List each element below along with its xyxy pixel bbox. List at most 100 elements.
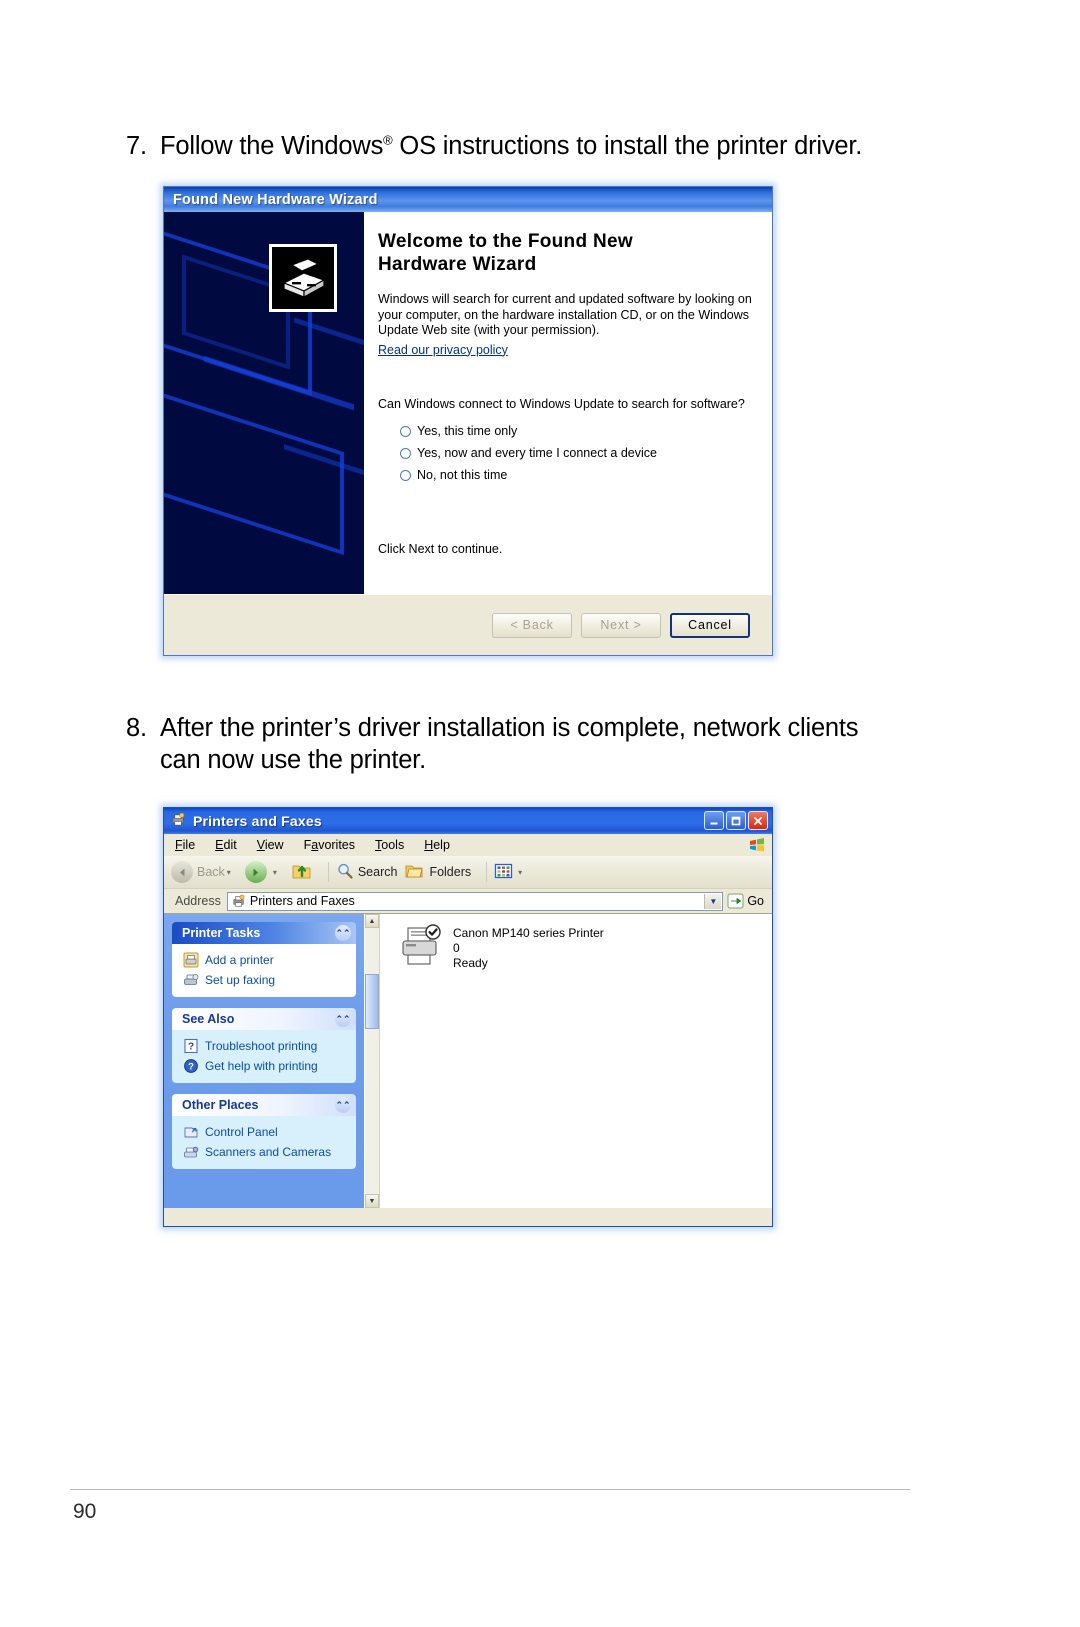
up-one-level-button[interactable] — [291, 861, 313, 884]
explorer-menubar[interactable]: FFileile Edit View Favorites Tools Help — [164, 834, 772, 856]
svg-text:?: ? — [188, 1042, 194, 1053]
panel-printer-tasks[interactable]: Printer Tasks ⌃⌃ Add a printer Set up fa… — [172, 922, 356, 997]
go-arrow-icon — [727, 893, 744, 909]
search-button[interactable]: Search — [336, 862, 398, 883]
task-set-up-faxing[interactable]: Set up faxing — [172, 970, 356, 990]
link-control-panel[interactable]: Control Panel — [172, 1122, 356, 1142]
chevron-up-icon[interactable]: ⌃⌃ — [335, 1097, 351, 1113]
menu-favorites[interactable]: Favorites — [304, 838, 355, 852]
printer-list-item[interactable]: Canon MP140 series Printer 0 Ready — [395, 924, 604, 971]
chevron-up-icon[interactable]: ⌃⌃ — [335, 1011, 351, 1027]
panel-printer-tasks-title: Printer Tasks — [182, 926, 261, 940]
task-add-a-printer[interactable]: Add a printer — [172, 950, 356, 970]
search-icon — [336, 862, 354, 883]
printer-list-pane[interactable]: ▲ ▼ Canon MP140 series Printer 0 Ready — [364, 914, 772, 1208]
go-button[interactable]: Go — [727, 893, 764, 909]
views-dropdown-icon[interactable]: ▾ — [518, 868, 522, 877]
address-value: Printers and Faxes — [249, 894, 355, 908]
panel-printer-tasks-body: Add a printer Set up faxing — [172, 944, 356, 997]
explorer-content: Printer Tasks ⌃⌃ Add a printer Set up fa… — [164, 913, 772, 1208]
explorer-titlebar[interactable]: Printers and Faxes — [164, 808, 772, 834]
page-number: 90 — [73, 1500, 97, 1523]
link-troubleshoot-printing[interactable]: ? Troubleshoot printing — [172, 1036, 356, 1056]
menu-file[interactable]: FFileile — [175, 838, 195, 852]
panel-printer-tasks-header[interactable]: Printer Tasks ⌃⌃ — [172, 922, 356, 944]
explorer-toolbar[interactable]: Back ▾ ▾ Search Folders ▾ — [164, 856, 772, 889]
menu-tools[interactable]: Tools — [375, 838, 404, 852]
menu-help[interactable]: Help — [424, 838, 450, 852]
forward-arrow-icon — [244, 861, 267, 883]
svg-text:?: ? — [188, 1062, 194, 1073]
panel-see-also-header[interactable]: See Also ⌃⌃ — [172, 1008, 356, 1030]
maximize-icon[interactable] — [726, 811, 746, 830]
wizard-titlebar[interactable]: Found New Hardware Wizard — [164, 187, 772, 212]
folders-label: Folders — [429, 865, 472, 879]
printers-folder-icon — [171, 812, 186, 830]
link-scanners-and-cameras[interactable]: Scanners and Cameras — [172, 1142, 356, 1162]
forward-dropdown-icon[interactable]: ▾ — [273, 868, 277, 877]
scrollbar-thumb[interactable] — [365, 974, 379, 1029]
wizard-paragraph: Windows will search for current and upda… — [378, 292, 752, 337]
radio-icon[interactable] — [400, 469, 411, 481]
explorer-address-bar[interactable]: Address Printers and Faxes ▼ Go — [164, 889, 772, 913]
task-label: Set up faxing — [205, 973, 276, 987]
wizard-footer: < Back Next > Cancel — [164, 594, 772, 655]
forward-button[interactable]: ▾ — [244, 861, 283, 883]
cancel-button[interactable]: Cancel — [670, 612, 750, 638]
explorer-task-pane[interactable]: Printer Tasks ⌃⌃ Add a printer Set up fa… — [164, 914, 364, 1208]
printer-status: Ready — [453, 956, 488, 970]
views-button[interactable]: ▾ — [494, 862, 528, 883]
wizard-artwork-panel — [164, 212, 364, 594]
folders-button[interactable]: Folders — [405, 862, 471, 883]
footer-divider — [70, 1489, 910, 1490]
back-button[interactable]: < Back — [492, 612, 572, 638]
back-dropdown-icon[interactable]: ▾ — [227, 868, 231, 877]
add-printer-icon — [183, 952, 199, 968]
address-input[interactable]: Printers and Faxes ▼ — [226, 891, 724, 911]
folders-icon — [405, 862, 425, 883]
panel-other-places-header[interactable]: Other Places ⌃⌃ — [172, 1094, 356, 1116]
printer-queue-count: 0 — [453, 941, 460, 955]
found-new-hardware-wizard-dialog[interactable]: Found New Hardware Wizard Welcome to the… — [163, 186, 773, 656]
step-8: 8. After the printer’s driver installati… — [126, 712, 886, 776]
wizard-heading: Welcome to the Found New Hardware Wizard — [378, 230, 756, 276]
registered-mark: ® — [383, 132, 393, 148]
next-button[interactable]: Next > — [581, 612, 661, 638]
wizard-heading-line-1: Welcome to the Found New — [378, 231, 633, 252]
link-get-help-with-printing[interactable]: ? Get help with printing — [172, 1056, 356, 1076]
task-label: Add a printer — [205, 953, 274, 967]
explorer-title: Printers and Faxes — [193, 813, 322, 829]
panel-see-also-body: ? Troubleshoot printing ? Get help with … — [172, 1030, 356, 1083]
radio-option-yes-this-time[interactable]: Yes, this time only — [400, 424, 756, 438]
chevron-up-icon[interactable]: ⌃⌃ — [335, 925, 351, 941]
scroll-up-button[interactable]: ▲ — [365, 914, 379, 928]
scroll-down-button[interactable]: ▼ — [365, 1194, 379, 1208]
step-7-number: 7. — [126, 132, 147, 160]
step-7: 7. Follow the Windows® OS instructions t… — [126, 130, 936, 162]
read-privacy-policy-link[interactable]: Read our privacy policy — [378, 343, 508, 357]
printer-icon — [395, 924, 447, 970]
close-icon[interactable] — [748, 811, 768, 830]
click-next-hint: Click Next to continue. — [378, 542, 503, 556]
menu-edit[interactable]: Edit — [215, 838, 237, 852]
wizard-radio-group[interactable]: Yes, this time only Yes, now and every t… — [400, 424, 756, 482]
panel-other-places[interactable]: Other Places ⌃⌃ Control Panel Scanners a… — [172, 1094, 356, 1169]
panel-see-also[interactable]: See Also ⌃⌃ ? Troubleshoot printing ? Ge… — [172, 1008, 356, 1083]
search-label: Search — [357, 865, 398, 879]
window-controls[interactable] — [702, 811, 768, 830]
vertical-scrollbar[interactable]: ▲ ▼ — [365, 914, 380, 1208]
address-dropdown-icon[interactable]: ▼ — [704, 893, 722, 909]
scanner-icon — [183, 1144, 199, 1160]
views-icon — [494, 862, 514, 883]
radio-option-yes-every-time[interactable]: Yes, now and every time I connect a devi… — [400, 446, 756, 460]
radio-icon[interactable] — [400, 425, 411, 437]
toolbar-separator — [327, 862, 329, 882]
printers-and-faxes-window[interactable]: Printers and Faxes FFileile Edit View Fa… — [163, 807, 773, 1227]
menu-view[interactable]: View — [257, 838, 284, 852]
radio-option-no-not-this-time[interactable]: No, not this time — [400, 468, 756, 482]
address-label: Address — [175, 894, 221, 908]
link-label: Scanners and Cameras — [205, 1145, 332, 1159]
radio-icon[interactable] — [400, 447, 411, 459]
back-button[interactable]: Back ▾ — [171, 861, 237, 883]
minimize-icon[interactable] — [704, 811, 724, 830]
